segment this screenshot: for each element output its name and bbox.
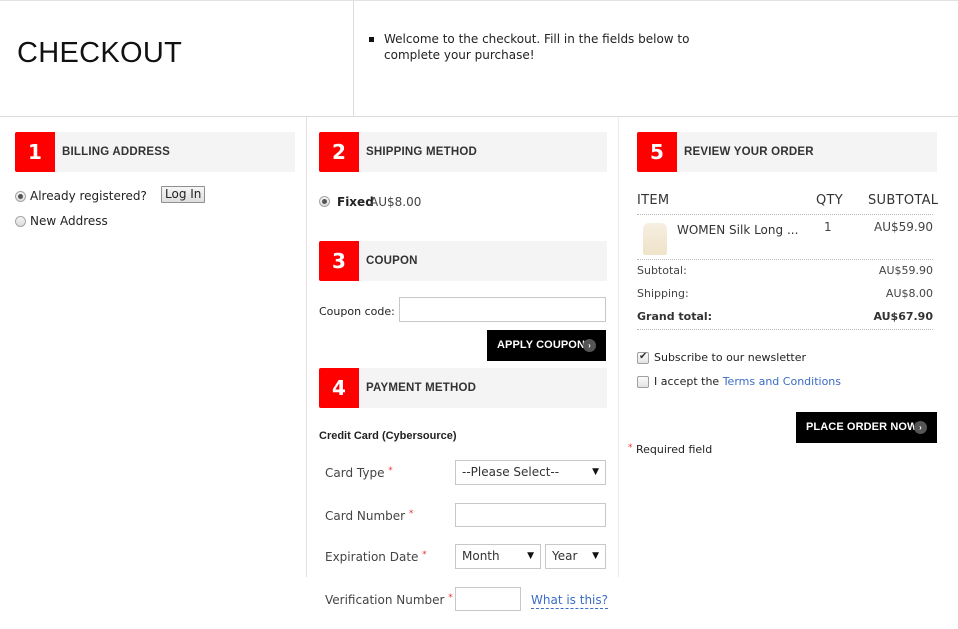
divider: [637, 259, 933, 260]
terms-label: I accept the Terms and Conditions: [654, 375, 841, 388]
welcome-text: Welcome to the checkout. Fill in the fie…: [384, 32, 690, 62]
expiration-year-select[interactable]: Year ▼: [545, 544, 606, 569]
shipping-method-name: Fixed: [337, 195, 374, 209]
grand-total-value: AU$67.90: [873, 310, 933, 323]
section-title: REVIEW YOUR ORDER: [684, 146, 814, 158]
shipping-row: Shipping: AU$8.00: [637, 287, 933, 300]
newsletter-label: Subscribe to our newsletter: [654, 351, 807, 364]
dropdown-arrow-icon: ▼: [592, 551, 599, 561]
divider: [637, 214, 933, 215]
subtotal-label: Subtotal:: [637, 264, 687, 277]
payment-method-title: Credit Card (Cybersource): [319, 430, 457, 442]
product-thumbnail[interactable]: [643, 223, 667, 255]
shipping-method-price: AU$8.00: [370, 195, 422, 209]
expiration-month-select[interactable]: Month ▼: [455, 544, 541, 569]
required-mark: *: [408, 509, 414, 519]
apply-coupon-label: APPLY COUPON: [497, 339, 586, 351]
required-mark: *: [448, 593, 453, 603]
verification-number-input[interactable]: [455, 587, 521, 611]
place-order-label: PLACE ORDER NOW: [806, 421, 918, 433]
step-badge: 3: [319, 241, 359, 281]
card-number-label: Card Number *: [325, 509, 413, 523]
shipping-label: Shipping:: [637, 287, 689, 300]
card-type-label: Card Type *: [325, 466, 393, 480]
section-title: BILLING ADDRESS: [62, 146, 170, 158]
title-cell: CHECKOUT: [0, 1, 354, 117]
place-order-button[interactable]: PLACE ORDER NOW ›: [796, 412, 937, 443]
shipping-value: AU$8.00: [885, 287, 933, 300]
month-value: Month: [462, 549, 500, 563]
already-registered-label: Already registered?: [30, 189, 147, 203]
item-qty: 1: [824, 220, 832, 234]
review-column: 5 REVIEW YOUR ORDER ITEM QTY SUBTOTAL WO…: [619, 117, 958, 629]
coupon-section-header: 3 COUPON: [319, 241, 607, 281]
review-section-header: 5 REVIEW YOUR ORDER: [637, 132, 937, 172]
card-number-input[interactable]: [455, 503, 606, 527]
verification-label-text: Verification Number: [325, 593, 445, 607]
required-mark: *: [628, 443, 633, 453]
card-number-label-text: Card Number: [325, 509, 406, 523]
grand-total-label: Grand total:: [637, 310, 713, 323]
required-note-text: Required field: [636, 443, 713, 456]
expiration-date-label: Expiration Date *: [325, 550, 427, 564]
welcome-message: Welcome to the checkout. Fill in the fie…: [369, 31, 729, 63]
terms-link[interactable]: Terms and Conditions: [723, 375, 841, 388]
step-badge: 2: [319, 132, 359, 172]
shipping-fixed-radio[interactable]: [319, 196, 330, 207]
apply-coupon-button[interactable]: APPLY COUPON ›: [487, 330, 606, 361]
column-header-subtotal: SUBTOTAL: [868, 193, 939, 208]
section-title: SHIPPING METHOD: [366, 146, 477, 158]
terms-prefix: I accept the: [654, 375, 720, 388]
step-badge: 1: [15, 132, 55, 172]
bullet-icon: [369, 37, 374, 42]
section-title: COUPON: [366, 255, 418, 267]
shipping-section-header: 2 SHIPPING METHOD: [319, 132, 607, 172]
column-header-item: ITEM: [637, 193, 670, 208]
what-is-this-link[interactable]: What is this?: [531, 593, 609, 609]
new-address-radio[interactable]: [15, 216, 26, 227]
chevron-right-icon: ›: [914, 421, 927, 434]
payment-section-header: 4 PAYMENT METHOD: [319, 368, 607, 408]
divider: [637, 329, 933, 330]
already-registered-radio[interactable]: [15, 191, 26, 202]
grand-total-row: Grand total: AU$67.90: [637, 310, 933, 323]
step-badge: 4: [319, 368, 359, 408]
item-subtotal: AU$59.90: [874, 220, 933, 234]
column-header-qty: QTY: [816, 193, 844, 208]
login-button[interactable]: Log In: [161, 186, 206, 203]
terms-checkbox[interactable]: [637, 376, 649, 388]
newsletter-checkbox[interactable]: [637, 351, 649, 364]
coupon-code-label: Coupon code:: [319, 305, 395, 318]
subtotal-value: AU$59.90: [878, 264, 933, 277]
subtotal-row: Subtotal: AU$59.90: [637, 264, 933, 277]
dropdown-arrow-icon: ▼: [527, 551, 534, 561]
billing-column: 1 BILLING ADDRESS Already registered? Lo…: [0, 117, 307, 577]
year-value: Year: [552, 549, 578, 563]
step-badge: 5: [637, 132, 677, 172]
expiration-label-text: Expiration Date: [325, 550, 419, 564]
verification-number-label: Verification Number *: [325, 593, 453, 607]
section-title: PAYMENT METHOD: [366, 382, 477, 394]
page-header: CHECKOUT Welcome to the checkout. Fill i…: [0, 0, 958, 117]
chevron-right-icon: ›: [583, 339, 596, 352]
billing-section-header: 1 BILLING ADDRESS: [15, 132, 295, 172]
card-type-label-text: Card Type: [325, 466, 385, 480]
required-field-note: * Required field: [628, 443, 712, 456]
required-mark: *: [422, 550, 427, 560]
item-name[interactable]: WOMEN Silk Long ...: [677, 223, 798, 237]
new-address-label: New Address: [30, 214, 108, 228]
card-type-select[interactable]: --Please Select-- ▼: [455, 460, 606, 485]
card-type-value: --Please Select--: [462, 465, 560, 479]
coupon-code-input[interactable]: [399, 297, 606, 322]
page-title: CHECKOUT: [17, 37, 183, 69]
dropdown-arrow-icon: ▼: [592, 467, 599, 477]
required-mark: *: [388, 466, 393, 476]
